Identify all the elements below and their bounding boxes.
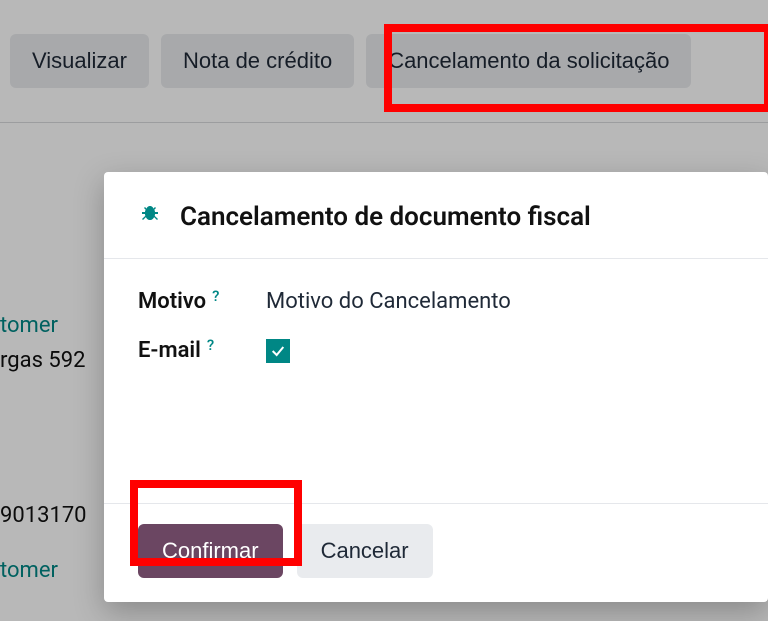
modal-body: Motivo ? Motivo do Cancelamento E-mail ? [104,259,768,503]
reason-label: Motivo ? [138,289,248,314]
modal-header: Cancelamento de documento fiscal [104,172,768,259]
cancel-document-modal: Cancelamento de documento fiscal Motivo … [104,172,768,602]
modal-footer: Confirmar Cancelar [104,503,768,602]
email-label-text: E-mail [138,338,201,363]
email-checkbox[interactable] [266,339,290,363]
email-field: E-mail ? [138,338,768,363]
help-icon[interactable]: ? [207,336,214,354]
reason-field: Motivo ? Motivo do Cancelamento [138,289,768,314]
bug-icon [138,203,162,231]
modal-title: Cancelamento de documento fiscal [180,202,591,232]
help-icon[interactable]: ? [212,287,219,305]
reason-value[interactable]: Motivo do Cancelamento [266,289,511,314]
confirm-button[interactable]: Confirmar [138,524,283,578]
reason-label-text: Motivo [138,289,206,314]
cancel-button[interactable]: Cancelar [297,524,433,578]
email-label: E-mail ? [138,338,248,363]
